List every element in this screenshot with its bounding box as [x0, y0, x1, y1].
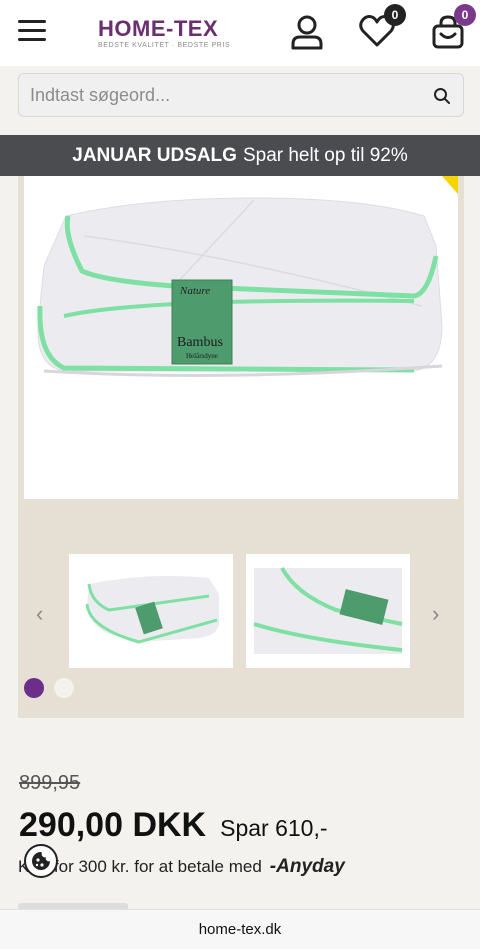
current-price: 290,00 DKK: [19, 806, 207, 844]
search-bar: [18, 73, 464, 117]
promo-banner[interactable]: JANUAR UDSALG Spar helt op til 92%: [0, 135, 480, 176]
thumbnail-prev-button[interactable]: ‹: [36, 601, 43, 627]
logo-tagline: BEDSTE KVALITET · BEDSTE PRIS: [98, 42, 231, 49]
product-tag-brand: Nature: [179, 285, 210, 297]
site-logo[interactable]: HOME-TEX BEDSTE KVALITET · BEDSTE PRIS: [98, 16, 231, 50]
cookie-settings-icon[interactable]: [24, 844, 58, 878]
site-header: HOME-TEX BEDSTE KVALITET · BEDSTE PRIS 0…: [0, 0, 480, 66]
wishlist-count-badge: 0: [384, 4, 406, 26]
anyday-logo[interactable]: -Anyday: [270, 856, 345, 878]
logo-text: HOME-TEX: [98, 16, 219, 41]
search-icon[interactable]: [433, 87, 451, 105]
cart-button[interactable]: 0: [430, 4, 476, 55]
browser-url-bar[interactable]: home-tex.dk: [0, 909, 480, 949]
url-text: home-tex.dk: [198, 921, 282, 938]
promo-text: Spar helt op til 92%: [242, 144, 408, 166]
promo-title: JANUAR UDSALG: [72, 144, 237, 166]
account-icon[interactable]: [290, 14, 324, 55]
savings-label: Spar 610,-: [220, 815, 328, 841]
thumbnail-1[interactable]: [69, 554, 233, 668]
color-swatch-purple[interactable]: [24, 678, 44, 698]
product-main-image[interactable]: Nature Bambus Helårsdyne: [24, 176, 458, 499]
sale-ribbon: [442, 176, 458, 194]
anyday-financing: Køb for 300 kr. for at betale med -Anyda…: [18, 856, 345, 878]
price-row: 290,00 DKK Spar 610,-: [19, 806, 328, 845]
thumbnail-2[interactable]: [246, 554, 410, 668]
original-price: 899,95: [19, 772, 81, 794]
cart-count-badge: 0: [454, 4, 476, 26]
color-swatch-white[interactable]: [54, 678, 74, 698]
search-input[interactable]: [19, 74, 419, 116]
wishlist-button[interactable]: 0: [358, 4, 406, 53]
product-tag: Nature Bambus Helårsdyne: [171, 279, 233, 365]
thumbnail-next-button[interactable]: ›: [432, 601, 439, 627]
hamburger-menu-icon[interactable]: [18, 20, 46, 44]
product-tag-name: Bambus: [177, 335, 223, 350]
product-tag-sub: Helårsdyne: [186, 352, 218, 360]
product-gallery: Nature Bambus Helårsdyne ‹ ›: [18, 176, 464, 718]
